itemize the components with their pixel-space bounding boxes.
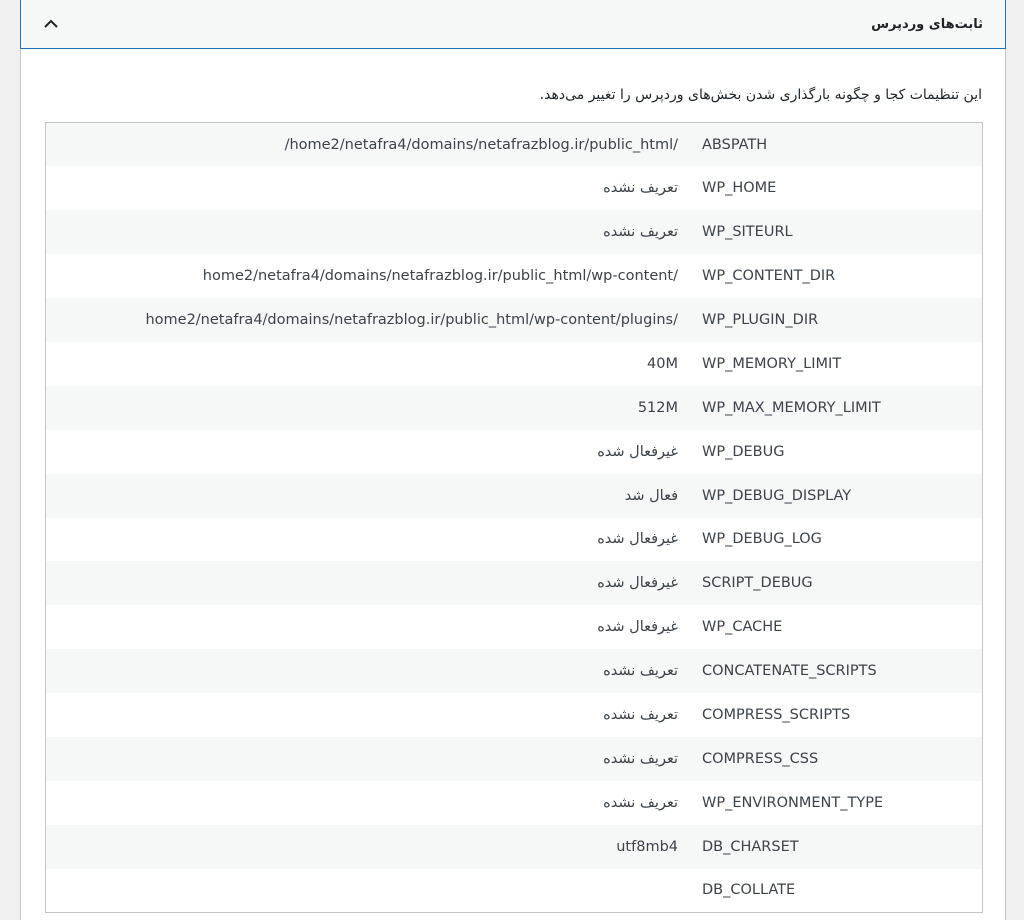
constant-name: WP_CACHE (702, 619, 783, 636)
constant-name: CONCATENATE_SCRIPTS (702, 663, 877, 680)
table-row: WP_DEBUG_DISPLAY فعال شد (45, 473, 983, 518)
table-row: WP_DEBUG غیرفعال شده (46, 430, 983, 474)
table-row: WP_MAX_MEMORY_LIMIT 512M (45, 385, 983, 430)
constant-name: COMPRESS_SCRIPTS (702, 707, 851, 724)
constant-value: 512M (637, 399, 678, 416)
constant-name: SCRIPT_DEBUG (702, 575, 813, 592)
table-row: COMPRESS_SCRIPTS تعریف نشده (46, 693, 983, 737)
constant-value: غیرفعال شده (597, 443, 678, 460)
table-row: WP_PLUGIN_DIR/home2/netafra4/domains/net… (45, 298, 983, 342)
constant-name: DB_CHARSET (702, 838, 799, 855)
table-row: WP_MEMORY_LIMIT 40M (46, 342, 983, 386)
constant-name: WP_HOME (702, 180, 777, 197)
constant-value: تعریف نشده (603, 794, 678, 811)
constant-value: تعریف نشده (603, 663, 678, 680)
accordion-toggle-button[interactable]: ثابت‌های وردپرس (20, 0, 1006, 49)
constant-name: WP_DEBUG_DISPLAY (702, 487, 852, 504)
constants-table: ABSPATH/home2/netafra4/domains/netafrazb… (45, 122, 983, 914)
table-row: WP_CACHE غیرفعال شده (46, 605, 983, 649)
table-row: DB_CHARSET utf8mb4 (45, 824, 983, 869)
constant-value: غیرفعال شده (597, 531, 678, 548)
constant-name: DB_COLLATE (702, 882, 796, 899)
constant-value: تعریف نشده (603, 224, 678, 241)
constant-name: WP_DEBUG (702, 443, 785, 460)
table-row: WP_ENVIRONMENT_TYPE تعریف نشده (46, 781, 983, 825)
wordpress-constants-panel: ثابت‌های وردپرس این تنظیمات کجا و چگونه … (20, 0, 1006, 920)
constant-name: WP_ENVIRONMENT_TYPE (702, 794, 884, 811)
constant-name: WP_DEBUG_LOG (702, 531, 822, 548)
constant-value: تعریف نشده (603, 707, 678, 724)
constant-name: ABSPATH (702, 136, 768, 153)
constant-value: /home2/netafra4/domains/netafrazblog.ir/… (284, 136, 678, 153)
constant-value (46, 869, 691, 913)
constant-value: 40M (647, 355, 678, 372)
table-row: DB_COLLATE (46, 869, 983, 913)
table-row: WP_SITEURL تعریف نشده (45, 210, 983, 255)
constant-value: utf8mb4 (616, 838, 678, 855)
constant-name: WP_SITEURL (702, 224, 793, 241)
table-row: SCRIPT_DEBUG غیرفعال شده (45, 561, 983, 606)
section-description: این تنظیمات کجا و چگونه بارگذاری شدن بخش… (539, 87, 982, 103)
table-row: COMPRESS_CSS تعریف نشده (45, 736, 983, 781)
constant-value: /home2/netafra4/domains/netafrazblog.ir/… (145, 312, 678, 328)
constant-value: فعال شد (624, 487, 678, 504)
section-title: ثابت‌های وردپرس (871, 16, 983, 32)
chevron-up-icon[interactable] (41, 14, 61, 34)
constant-value: تعریف نشده (603, 750, 678, 767)
constant-name: WP_MAX_MEMORY_LIMIT (702, 399, 881, 416)
table-row: WP_DEBUG_LOG غیرفعال شده (46, 518, 983, 562)
table-row: WP_CONTENT_DIR/home2/netafra4/domains/ne… (46, 254, 983, 298)
constant-name: WP_PLUGIN_DIR (702, 312, 819, 328)
constant-value: غیرفعال شده (597, 619, 678, 636)
table-row: CONCATENATE_SCRIPTS تعریف نشده (45, 649, 983, 694)
constant-value: غیرفعال شده (597, 575, 678, 592)
constant-name: COMPRESS_CSS (702, 750, 819, 767)
constant-name: WP_CONTENT_DIR (702, 268, 836, 285)
constant-name: WP_MEMORY_LIMIT (702, 355, 842, 372)
constant-value: تعریف نشده (603, 180, 678, 197)
constant-value: /home2/netafra4/domains/netafrazblog.ir/… (202, 268, 678, 285)
table-row: ABSPATH/home2/netafra4/domains/netafrazb… (45, 122, 983, 167)
table-row: WP_HOME تعریف نشده (46, 166, 983, 210)
